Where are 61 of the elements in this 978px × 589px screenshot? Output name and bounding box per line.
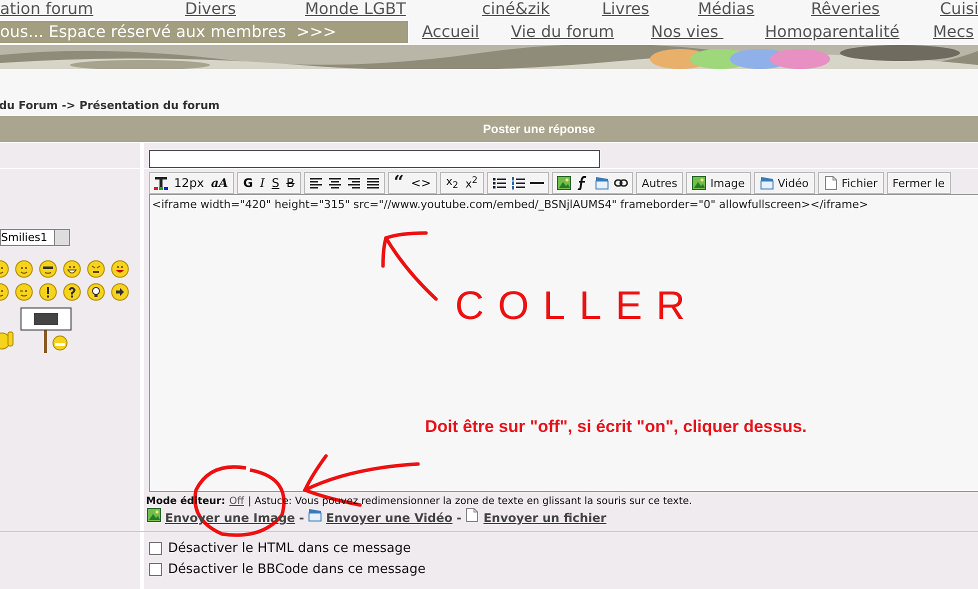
nav-link[interactable]: Divers	[185, 0, 305, 18]
upload-link[interactable]: Envoyer une Vidéo	[326, 511, 452, 525]
nav-link[interactable]: Homoparentalité	[765, 21, 933, 45]
checkbox[interactable]	[149, 542, 162, 555]
quote-button[interactable]: “	[390, 174, 407, 192]
nav-link[interactable]: Nos vies	[651, 21, 765, 45]
format-button[interactable]: S	[268, 174, 282, 192]
thumbs-up-icon	[0, 329, 14, 351]
separator: -	[299, 511, 304, 525]
option-label: Désactiver le HTML dans ce message	[168, 541, 411, 556]
nav-link[interactable]: Monde LGBT	[305, 0, 482, 18]
exclamation-icon	[39, 283, 57, 301]
format-button[interactable]: B	[283, 174, 298, 192]
checkbox[interactable]	[149, 563, 162, 576]
image-icon	[692, 176, 706, 190]
page-icon	[824, 176, 838, 190]
nav-link[interactable]: Rêveries	[811, 0, 940, 18]
font-size-button[interactable]: 12px	[171, 174, 207, 192]
page-icon	[465, 508, 480, 522]
nav-link[interactable]: ciné&zik	[482, 0, 602, 18]
smilies-dropdown[interactable]: Smilies1	[0, 229, 70, 246]
editor-mode-link[interactable]: Off	[229, 496, 244, 507]
smiley-icon	[111, 260, 129, 278]
smiley-icon	[39, 260, 57, 278]
smiley-icon	[63, 260, 81, 278]
image-icon[interactable]	[554, 174, 573, 192]
clapperboard-icon[interactable]	[592, 174, 611, 192]
nav-link[interactable]: Accueil	[422, 21, 511, 45]
nav-link[interactable]: Cuisi	[940, 0, 978, 18]
subscript-button[interactable]: x$_{2}$	[443, 174, 462, 192]
separator: -	[456, 511, 462, 525]
code-button[interactable]: <>	[408, 174, 434, 192]
format-button[interactable]: I	[256, 174, 268, 192]
smiley-icon	[15, 283, 33, 301]
format-button[interactable]: G	[240, 174, 256, 192]
section-title: Poster une réponse	[0, 116, 978, 142]
text-case-button[interactable]: aA	[208, 174, 232, 192]
toolbar-button[interactable]: Vidéo	[754, 172, 815, 194]
nav-link[interactable]: Vie du forum	[511, 21, 651, 45]
lightbulb-icon	[87, 283, 105, 301]
nav-link[interactable]: Livres	[602, 0, 698, 18]
superscript-button[interactable]: x$^{2}$	[462, 174, 481, 192]
question-icon	[63, 283, 81, 301]
smiley-icon	[87, 260, 105, 278]
toolbar-button[interactable]: Image	[686, 172, 751, 194]
nav-link[interactable]: Mecs	[933, 21, 974, 45]
nav-link[interactable]: ation forum	[0, 0, 185, 18]
toolbar-button[interactable]: Fermer le	[886, 172, 951, 194]
smiley-icon	[15, 260, 33, 278]
clapperboard-icon	[760, 176, 774, 190]
image-icon	[147, 508, 161, 522]
option-label: Désactiver le BBCode dans ce message	[168, 562, 426, 577]
toolbar-button[interactable]: Autres	[636, 172, 684, 194]
toolbar-button[interactable]: Fichier	[818, 172, 884, 194]
text-color-icon[interactable]	[152, 174, 170, 192]
nav-link[interactable]: Médias	[698, 0, 811, 18]
upload-link[interactable]: Envoyer un fichier	[483, 511, 606, 525]
handwritten-note: COLLER	[455, 284, 700, 328]
annotation-text: Doit être sur "off", si écrit "on", cliquer dessus.	[425, 417, 807, 437]
clapperboard-icon	[308, 508, 322, 522]
subject-field[interactable]	[149, 150, 600, 168]
